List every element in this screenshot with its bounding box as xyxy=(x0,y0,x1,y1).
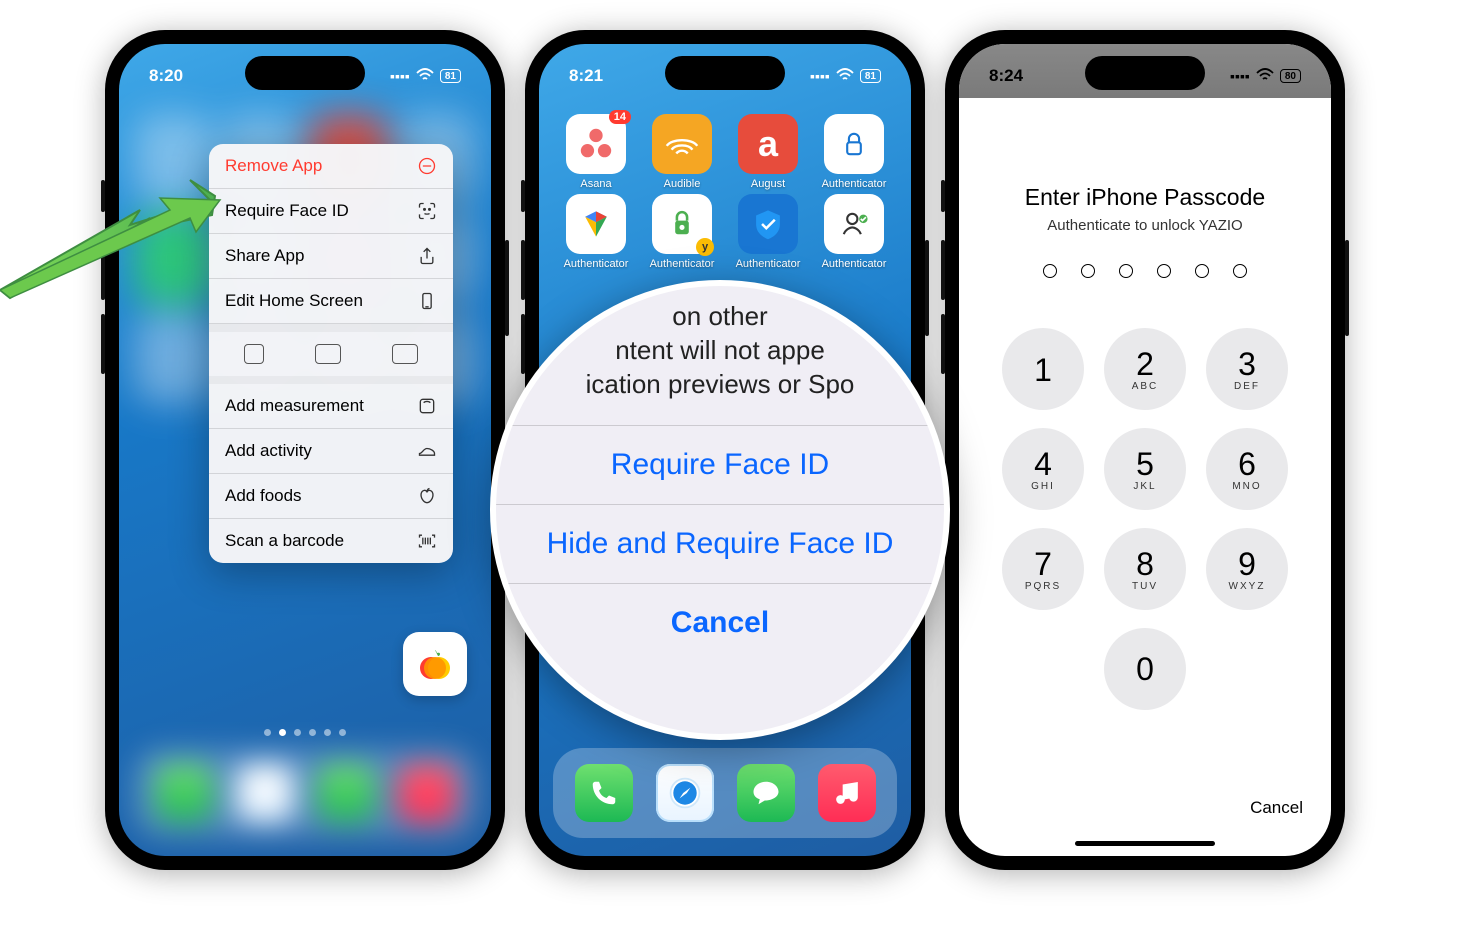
annotation-arrow xyxy=(0,170,230,310)
dock xyxy=(553,748,897,838)
wifi-icon xyxy=(836,68,854,85)
passcode-subtitle: Authenticate to unlock YAZIO xyxy=(959,217,1331,234)
home-screen-grid: 14 Asana Audible a August Authenticator … xyxy=(539,114,911,270)
status-time: 8:20 xyxy=(149,66,183,86)
app-authenticator-2[interactable]: Authenticator xyxy=(553,194,639,270)
battery-icon: 81 xyxy=(860,69,881,83)
phone-icon xyxy=(417,291,437,311)
apple-icon xyxy=(417,486,437,506)
menu-add-measurement[interactable]: Add measurement xyxy=(209,384,453,429)
passcode-title: Enter iPhone Passcode xyxy=(959,184,1331,211)
menu-widget-size-row[interactable] xyxy=(209,332,453,376)
dock xyxy=(133,748,477,838)
context-menu: Remove App Require Face ID Share App Edi… xyxy=(209,144,453,563)
app-authenticator-1[interactable]: Authenticator xyxy=(811,114,897,190)
widget-medium-icon[interactable] xyxy=(315,344,341,364)
widget-small-icon[interactable] xyxy=(244,344,264,364)
battery-icon: 80 xyxy=(1280,69,1301,83)
wifi-icon xyxy=(1256,68,1274,85)
key-1[interactable]: 1 xyxy=(1002,328,1084,410)
yazio-app-icon xyxy=(415,644,455,684)
phone-passcode: 8:24 ▪▪▪▪ 80 Enter iPhone Passcode Authe… xyxy=(945,30,1345,870)
key-6[interactable]: 6MNO xyxy=(1206,428,1288,510)
cellular-icon: ▪▪▪▪ xyxy=(390,68,410,84)
dock-phone[interactable] xyxy=(575,764,633,822)
dynamic-island xyxy=(245,56,365,90)
key-7[interactable]: 7PQRS xyxy=(1002,528,1084,610)
scale-icon xyxy=(417,396,437,416)
key-2[interactable]: 2ABC xyxy=(1104,328,1186,410)
key-5[interactable]: 5JKL xyxy=(1104,428,1186,510)
phone-context-menu: 8:20 ▪▪▪▪ 81 Remove App Require Face ID … xyxy=(105,30,505,870)
shoe-icon xyxy=(417,441,437,461)
target-app-yazio[interactable] xyxy=(403,632,467,696)
key-4[interactable]: 4GHI xyxy=(1002,428,1084,510)
app-asana[interactable]: 14 Asana xyxy=(553,114,639,190)
dock-messages[interactable] xyxy=(737,764,795,822)
status-time: 8:24 xyxy=(989,66,1023,86)
app-authenticator-5[interactable]: Authenticator xyxy=(811,194,897,270)
faceid-icon xyxy=(417,201,437,221)
home-indicator[interactable] xyxy=(1075,841,1215,846)
key-9[interactable]: 9WXYZ xyxy=(1206,528,1288,610)
cellular-icon: ▪▪▪▪ xyxy=(810,68,830,84)
app-audible[interactable]: Audible xyxy=(639,114,725,190)
menu-add-activity[interactable]: Add activity xyxy=(209,429,453,474)
status-time: 8:21 xyxy=(569,66,603,86)
dock-safari[interactable] xyxy=(656,764,714,822)
action-sheet-zoom: on other ntent will not appe ication pre… xyxy=(490,280,950,740)
app-august[interactable]: a August xyxy=(725,114,811,190)
app-authenticator-3[interactable]: y Authenticator xyxy=(639,194,725,270)
passcode-cancel[interactable]: Cancel xyxy=(1250,798,1303,818)
key-8[interactable]: 8TUV xyxy=(1104,528,1186,610)
passcode-dots xyxy=(959,264,1331,278)
battery-icon: 81 xyxy=(440,69,461,83)
action-cancel[interactable]: Cancel xyxy=(496,583,944,662)
action-require-faceid[interactable]: Require Face ID xyxy=(496,425,944,504)
menu-require-faceid[interactable]: Require Face ID xyxy=(209,189,453,234)
widget-large-icon[interactable] xyxy=(392,344,418,364)
share-icon xyxy=(417,246,437,266)
numeric-keypad: 1 2ABC 3DEF 4GHI 5JKL 6MNO 7PQRS 8TUV 9W… xyxy=(959,328,1331,710)
barcode-icon xyxy=(417,531,437,551)
menu-share-app[interactable]: Share App xyxy=(209,234,453,279)
dynamic-island xyxy=(1085,56,1205,90)
notification-badge: 14 xyxy=(609,110,631,124)
wifi-icon xyxy=(416,68,434,85)
app-authenticator-4[interactable]: Authenticator xyxy=(725,194,811,270)
menu-edit-home[interactable]: Edit Home Screen xyxy=(209,279,453,324)
minus-circle-icon xyxy=(417,156,437,176)
dynamic-island xyxy=(665,56,785,90)
page-indicator[interactable] xyxy=(264,729,346,736)
menu-remove-app[interactable]: Remove App xyxy=(209,144,453,189)
action-hide-require-faceid[interactable]: Hide and Require Face ID xyxy=(496,504,944,583)
menu-add-foods[interactable]: Add foods xyxy=(209,474,453,519)
cellular-icon: ▪▪▪▪ xyxy=(1230,68,1250,84)
key-3[interactable]: 3DEF xyxy=(1206,328,1288,410)
dock-music[interactable] xyxy=(818,764,876,822)
key-0[interactable]: 0 xyxy=(1104,628,1186,710)
menu-scan-barcode[interactable]: Scan a barcode xyxy=(209,519,453,563)
